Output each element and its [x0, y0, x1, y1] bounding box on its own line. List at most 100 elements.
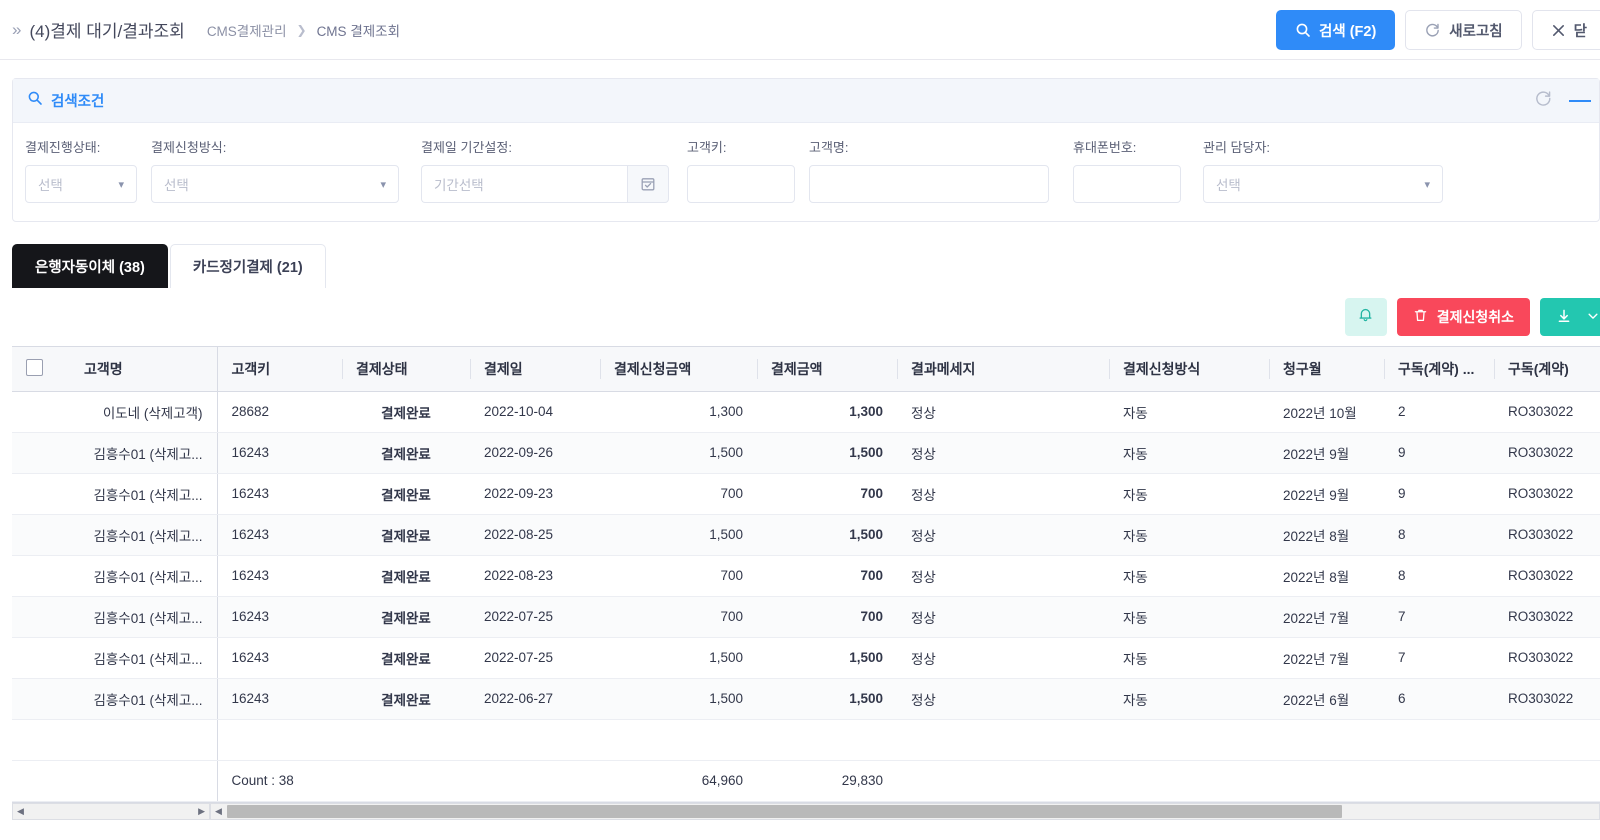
summary-empty-cell [470, 760, 600, 802]
field-phone-number: 휴대폰번호: [1073, 137, 1181, 203]
calendar-icon[interactable] [627, 165, 669, 203]
cell-payment-status[interactable]: 결제완료 [342, 473, 470, 515]
cell-paid-amount: 1,500 [757, 637, 897, 679]
customer-name-input[interactable] [809, 165, 1049, 203]
breadcrumb-item-0[interactable]: CMS결제관리 [207, 20, 287, 40]
table-row[interactable]: 이도네 (삭제고객) 28682 결제완료 2022-10-04 1,300 1… [12, 391, 1600, 433]
column-header-subscription-count[interactable]: 구독(계약) ... [1384, 347, 1494, 392]
column-header-paid-amount[interactable]: 결제금액 [757, 347, 897, 392]
cell-payment-status[interactable]: 결제완료 [342, 391, 470, 433]
scroll-right-icon[interactable]: ▶ [194, 806, 209, 817]
row-checkbox-cell[interactable] [12, 432, 70, 474]
row-checkbox-cell[interactable] [12, 555, 70, 597]
select-all-checkbox[interactable] [26, 358, 43, 376]
cell-payment-status[interactable]: 결제완료 [342, 555, 470, 597]
payment-date-range-input[interactable]: 기간선택 [421, 165, 627, 203]
cell-subscription-count: 8 [1384, 555, 1494, 597]
cell-billing-month: 2022년 9월 [1269, 432, 1384, 474]
scroll-left-icon[interactable]: ◀ [211, 806, 226, 817]
column-header-subscription-code[interactable]: 구독(계약) [1494, 347, 1600, 392]
summary-empty-cell [1109, 760, 1269, 802]
cell-payment-status[interactable]: 결제완료 [342, 432, 470, 474]
cell-payment-status[interactable]: 결제완료 [342, 637, 470, 679]
collapse-panel-icon[interactable] [1569, 100, 1591, 102]
bell-icon [1357, 306, 1374, 328]
breadcrumb-item-1[interactable]: CMS 결제조회 [317, 20, 400, 40]
cell-paid-amount: 1,500 [757, 514, 897, 556]
table-row[interactable]: 김흥수01 (삭제고... 16243 결제완료 2022-07-25 1,50… [12, 637, 1600, 679]
chevron-down-icon: ▾ [380, 178, 386, 191]
table-row[interactable]: 김흥수01 (삭제고... 16243 결제완료 2022-08-25 1,50… [12, 514, 1600, 556]
download-icon [1556, 308, 1572, 327]
notification-button[interactable] [1344, 298, 1387, 336]
cell-payment-status[interactable]: 결제완료 [342, 514, 470, 556]
tab-card-payment[interactable]: 카드정기결제 (21) [169, 244, 326, 288]
row-checkbox-cell[interactable] [12, 596, 70, 638]
table-row[interactable]: 김흥수01 (삭제고... 16243 결제완료 2022-06-27 1,50… [12, 678, 1600, 720]
column-header-customer-name[interactable]: 고객명 [70, 347, 217, 392]
scroll-left-icon[interactable]: ◀ [13, 806, 28, 817]
field-manager: 관리 담당자: 선택 ▾ [1203, 137, 1443, 203]
cell-paid-amount: 700 [757, 555, 897, 597]
cell-subscription-count: 9 [1384, 432, 1494, 474]
tab-bank-transfer[interactable]: 은행자동이체 (38) [12, 244, 168, 288]
summary-empty-cell [1269, 760, 1384, 802]
column-header-customer-key[interactable]: 고객키 [216, 347, 342, 392]
spacer-cell [600, 719, 757, 761]
column-header-requested-amount[interactable]: 결제신청금액 [600, 347, 757, 392]
cell-paid-amount: 700 [757, 473, 897, 515]
cell-payment-status[interactable]: 결제완료 [342, 596, 470, 638]
cancel-payment-request-button[interactable]: 결제신청취소 [1396, 298, 1530, 336]
field-label-payment-status: 결제진행상태: [25, 140, 101, 155]
customer-key-input[interactable] [687, 165, 795, 203]
cell-billing-month: 2022년 7월 [1269, 637, 1384, 679]
phone-number-input[interactable] [1073, 165, 1181, 203]
search-button[interactable]: 검색 (F2) [1275, 10, 1396, 50]
table-spacer-row [12, 719, 1600, 761]
cell-subscription-code: RO303022 [1494, 391, 1600, 433]
column-header-result-message[interactable]: 결과메세지 [897, 347, 1109, 392]
payment-method-select[interactable]: 선택 ▾ [151, 165, 399, 203]
table-row[interactable]: 김흥수01 (삭제고... 16243 결제완료 2022-09-23 700 … [12, 473, 1600, 515]
page-title: (4)결제 대기/결과조회 [29, 22, 185, 41]
table-row[interactable]: 김흥수01 (삭제고... 16243 결제완료 2022-09-26 1,50… [12, 432, 1600, 474]
cell-payment-method: 자동 [1109, 555, 1269, 597]
column-header-billing-month[interactable]: 청구월 [1269, 347, 1384, 392]
search-condition-header: 검색조건 [13, 79, 1599, 123]
grid-horizontal-scrollbar[interactable]: ◀ [210, 803, 1600, 820]
close-icon [1551, 23, 1566, 38]
table-row[interactable]: 김흥수01 (삭제고... 16243 결제완료 2022-07-25 700 … [12, 596, 1600, 638]
app-root: » (4)결제 대기/결과조회 CMS결제관리 ❯ CMS 결제조회 검색 (F… [0, 0, 1600, 840]
close-button[interactable]: 닫 [1531, 10, 1600, 50]
row-checkbox-cell[interactable] [12, 678, 70, 720]
cell-requested-amount: 700 [600, 473, 757, 515]
row-checkbox-cell[interactable] [12, 637, 70, 679]
cell-paid-amount: 1,300 [757, 391, 897, 433]
cell-payment-date: 2022-08-23 [470, 555, 600, 597]
payment-status-select[interactable]: 선택 ▾ [25, 165, 137, 203]
download-button[interactable] [1540, 298, 1600, 336]
double-chevron-right-icon[interactable]: » [8, 21, 29, 38]
search-filters: 결제진행상태: 선택 ▾ 결제신청방식: 선택 ▾ 결제일 기간설정: 기간선택 [13, 123, 1599, 221]
column-header-payment-date[interactable]: 결제일 [470, 347, 600, 392]
cell-billing-month: 2022년 8월 [1269, 555, 1384, 597]
scrollbar-thumb[interactable] [227, 805, 1342, 818]
cell-result-message: 정상 [897, 596, 1109, 638]
cancel-payment-request-label: 결제신청취소 [1436, 309, 1514, 325]
frozen-pane-scrollbar[interactable]: ◀ ▶ [12, 803, 210, 820]
summary-empty-cell [1494, 760, 1600, 802]
refresh-button[interactable]: 새로고침 [1405, 10, 1522, 50]
manager-select[interactable]: 선택 ▾ [1203, 165, 1443, 203]
column-header-payment-status[interactable]: 결제상태 [342, 347, 470, 392]
cell-payment-status[interactable]: 결제완료 [342, 678, 470, 720]
row-checkbox-cell[interactable] [12, 473, 70, 515]
column-header-payment-method[interactable]: 결제신청방식 [1109, 347, 1269, 392]
search-button-label: 검색 (F2) [1318, 23, 1377, 40]
cell-subscription-code: RO303022 [1494, 596, 1600, 638]
row-checkbox-cell[interactable] [12, 514, 70, 556]
refresh-circle-icon[interactable] [1534, 89, 1553, 113]
table-row[interactable]: 김흥수01 (삭제고... 16243 결제완료 2022-08-23 700 … [12, 555, 1600, 597]
cell-result-message: 정상 [897, 432, 1109, 474]
row-checkbox-cell[interactable] [12, 391, 70, 433]
cell-customer-name: 김흥수01 (삭제고... [70, 555, 217, 597]
